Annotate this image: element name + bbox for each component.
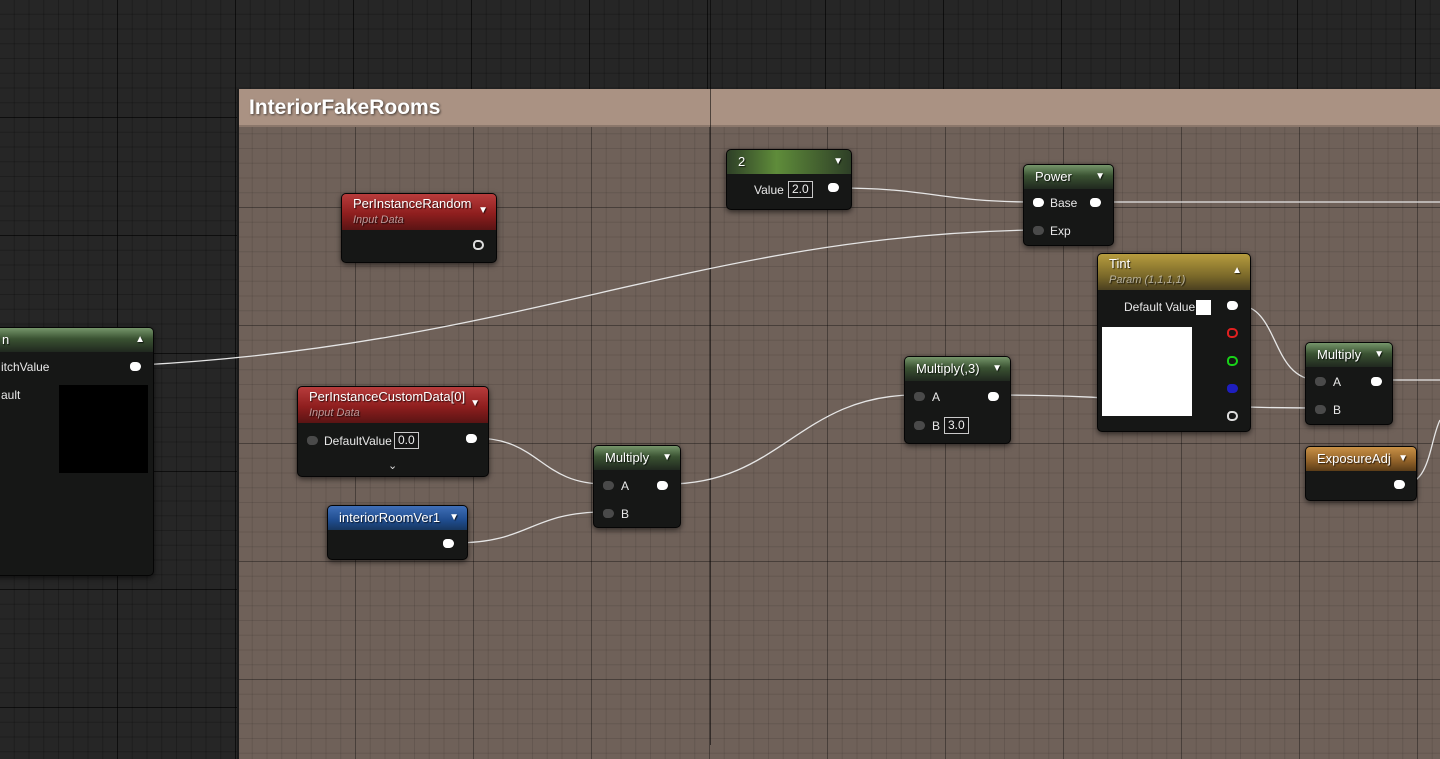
input-pin-a[interactable] [603,481,614,490]
collapse-icon[interactable]: ▲ [135,328,145,352]
pin-label: A [621,479,630,493]
node-subtitle: Input Data [353,214,404,226]
output-pin[interactable] [473,240,484,250]
input-pin-b[interactable] [1315,405,1326,414]
pin-label: A [932,390,941,404]
input-pin[interactable] [307,436,318,445]
input-pin-b[interactable] [603,509,614,518]
pin-label: DefaultValue [324,434,392,448]
power-node[interactable]: Power ▼ Base Exp [1023,164,1114,246]
pin-label: Base [1050,196,1078,210]
output-pin[interactable] [1090,198,1101,207]
output-pin[interactable] [1371,377,1382,386]
input-pin-base[interactable] [1033,198,1044,207]
node-subtitle: Input Data [309,407,360,419]
per-instance-custom-data-node[interactable]: PerInstanceCustomData[0] Input Data ▼ De… [297,386,489,477]
output-pin-rgb[interactable] [1227,301,1238,310]
chevron-down-icon[interactable]: ▼ [478,202,488,220]
pin-label: Value [754,183,784,197]
grid-axis-line [710,0,711,745]
output-pin[interactable] [1394,480,1405,489]
input-pin-a[interactable] [1315,377,1326,386]
per-instance-random-node[interactable]: PerInstanceRandom Input Data ▼ [341,193,497,263]
output-pin-a[interactable] [1227,411,1238,421]
output-pin[interactable] [466,434,477,443]
input-pin-b[interactable] [914,421,925,430]
multiply-node-1[interactable]: Multiply ▼ A B [593,445,681,528]
node-title: Power [1035,169,1072,184]
output-pin-b[interactable] [1227,384,1238,393]
default-color-swatch[interactable] [1196,300,1211,315]
pin-label: B [932,419,941,433]
output-pin-g[interactable] [1227,356,1238,366]
node-title: PerInstanceCustomData[0] [309,389,466,404]
value-field[interactable]: 2.0 [788,181,813,198]
switch-param-node[interactable]: n ▲ itchValue ault [0,327,154,576]
node-title: interiorRoomVer1 [339,510,441,525]
node-title: Multiply [605,450,650,465]
pin-label: B [621,507,630,521]
chevron-down-icon[interactable]: ▼ [833,150,843,174]
pin-label: itchValue [1,360,50,374]
chevron-down-icon[interactable]: ▼ [992,357,1002,381]
node-title: 2 [738,154,746,169]
pin-label: B [1333,403,1342,417]
comment-title[interactable]: InteriorFakeRooms [239,89,1440,127]
pin-label: ault [1,388,21,402]
chevron-down-icon[interactable]: ▼ [1095,165,1105,189]
default-value-field[interactable]: 0.0 [394,432,419,449]
multiply-3-node[interactable]: Multiply(,3) ▼ A B 3.0 [904,356,1011,444]
chevron-down-icon[interactable]: ▼ [449,506,459,530]
chevron-down-icon[interactable]: ▼ [1374,343,1384,367]
color-preview [1102,327,1192,416]
node-title: Multiply(,3) [916,361,980,376]
multiply-node-2[interactable]: Multiply ▼ A B [1305,342,1393,425]
chevron-down-icon[interactable]: ▼ [470,395,480,413]
node-title: ExposureAdj [1317,451,1391,466]
output-pin[interactable] [443,539,454,548]
output-pin-r[interactable] [1227,328,1238,338]
node-title: Tint [1109,256,1131,271]
node-title: n [2,332,10,347]
pin-label: A [1333,375,1342,389]
interior-room-node[interactable]: interiorRoomVer1 ▼ [327,505,468,560]
expand-icon[interactable]: ⌄ [388,459,397,472]
output-pin[interactable] [130,362,141,371]
exposure-adj-node[interactable]: ExposureAdj ▼ [1305,446,1417,501]
node-subtitle: Param (1,1,1,1) [1109,274,1186,286]
node-title: Multiply [1317,347,1362,362]
chevron-down-icon[interactable]: ▼ [1398,447,1408,471]
preview-swatch [59,385,148,473]
pin-label: Default Value [1124,300,1196,314]
output-pin[interactable] [828,183,839,192]
input-pin-a[interactable] [914,392,925,401]
output-pin[interactable] [988,392,999,401]
b-value-field[interactable]: 3.0 [944,417,969,434]
tint-node[interactable]: Tint Param (1,1,1,1) ▲ Default Value [1097,253,1251,432]
output-pin[interactable] [657,481,668,490]
chevron-down-icon[interactable]: ▼ [662,446,672,470]
collapse-icon[interactable]: ▲ [1232,262,1242,280]
pin-label: Exp [1050,224,1071,238]
constant-node[interactable]: 2 ▼ Value 2.0 [726,149,852,210]
node-title: PerInstanceRandom [353,196,472,211]
input-pin-exp[interactable] [1033,226,1044,235]
